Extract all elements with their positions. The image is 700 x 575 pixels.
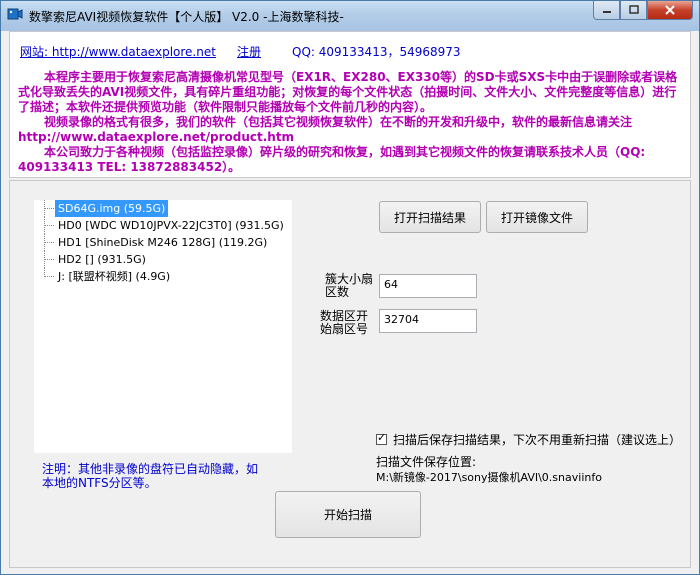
tree-connector: [44, 234, 56, 251]
open-image-file-button[interactable]: 打开镜像文件: [486, 201, 588, 233]
note-text: 注明：其他非录像的盘符已自动隐藏，如本地的NTFS分区等。: [42, 462, 259, 490]
client-area: 网站: http://www.dataexplore.net 注册 QQ: 40…: [9, 31, 691, 568]
app-window: 数擎索尼AVI视频恢复软件【个人版】 V2.0 -上海数擎科技- 网站: htt…: [0, 0, 700, 575]
tree-item-hd2[interactable]: HD2 [] (931.5G): [34, 251, 292, 268]
maximize-button[interactable]: [620, 1, 647, 20]
window-title: 数擎索尼AVI视频恢复软件【个人版】 V2.0 -上海数擎科技-: [29, 10, 344, 24]
description-paragraph-1: 本程序主要用于恢复索尼高清摄像机常见型号（EX1R、EX280、EX330等）的…: [18, 70, 678, 114]
tree-item-label: J: [联盟杯视频] (4.9G): [58, 270, 171, 283]
window-controls: [593, 1, 693, 21]
tree-item-sd64g[interactable]: SD64G.img (59.5G): [34, 200, 292, 217]
drive-tree[interactable]: SD64G.img (59.5G) HD0 [WDC WD10JPVX-22JC…: [34, 200, 292, 453]
info-panel: 网站: http://www.dataexplore.net 注册 QQ: 40…: [9, 31, 691, 178]
register-link[interactable]: 注册: [237, 43, 261, 60]
maximize-icon: [628, 5, 639, 14]
tree-item-label: HD1 [ShineDisk M246 128G] (119.2G): [58, 236, 268, 249]
description-paragraph-3: 本公司致力于各种视频（包括监控录像）碎片级的研究和恢复，如遇到其它视频文件的恢复…: [18, 145, 646, 174]
qq-contact: QQ: 409133413，54968973: [292, 45, 461, 59]
title-bar[interactable]: 数擎索尼AVI视频恢复软件【个人版】 V2.0 -上海数擎科技-: [1, 1, 699, 31]
tree-item-j[interactable]: J: [联盟杯视频] (4.9G): [34, 268, 292, 285]
start-sector-input[interactable]: 32704: [379, 309, 477, 333]
tree-item-hd0[interactable]: HD0 [WDC WD10JPVX-22JC3T0] (931.5G): [34, 217, 292, 234]
tree-item-label: HD0 [WDC WD10JPVX-22JC3T0] (931.5G): [58, 219, 284, 232]
cluster-size-input[interactable]: 64: [379, 274, 477, 298]
save-result-checkbox[interactable]: [376, 431, 387, 445]
tree-item-hd1[interactable]: HD1 [ShineDisk M246 128G] (119.2G): [34, 234, 292, 251]
main-panel: SD64G.img (59.5G) HD0 [WDC WD10JPVX-22JC…: [9, 180, 691, 568]
save-result-label: 扫描后保存扫描结果，下次不用重新扫描（建议选上）: [393, 433, 682, 447]
start-sector-label: 数据区开始扇区号: [320, 309, 369, 336]
tree-connector: [44, 217, 56, 234]
header-row: 网站: http://www.dataexplore.net 注册 QQ: 40…: [20, 43, 680, 61]
start-scan-button[interactable]: 开始扫描: [275, 491, 421, 538]
minimize-icon: [602, 11, 611, 13]
close-icon: [665, 5, 675, 15]
save-path-value: M:\新镜像-2017\sony摄像机AVI\0.snaviinfo: [376, 471, 602, 484]
website-link[interactable]: 网站: http://www.dataexplore.net: [20, 43, 216, 60]
save-path-label: 扫描文件保存位置:: [376, 455, 477, 469]
cluster-size-label: 簇大小扇区数: [325, 272, 374, 299]
tree-item-label: HD2 [] (931.5G): [58, 253, 146, 266]
tree-connector: [44, 268, 56, 285]
open-scan-result-button[interactable]: 打开扫描结果: [379, 201, 481, 233]
app-icon: [7, 8, 23, 20]
close-button[interactable]: [647, 1, 693, 20]
tree-connector: [44, 251, 56, 268]
description: 本程序主要用于恢复索尼高清摄像机常见型号（EX1R、EX280、EX330等）的…: [18, 70, 678, 175]
minimize-button[interactable]: [593, 1, 620, 20]
description-paragraph-2: 视频录像的格式有很多，我们的软件（包括其它视频恢复软件）在不断的开发和升级中，软…: [18, 115, 633, 144]
tree-item-label: SD64G.img (59.5G): [55, 200, 169, 217]
